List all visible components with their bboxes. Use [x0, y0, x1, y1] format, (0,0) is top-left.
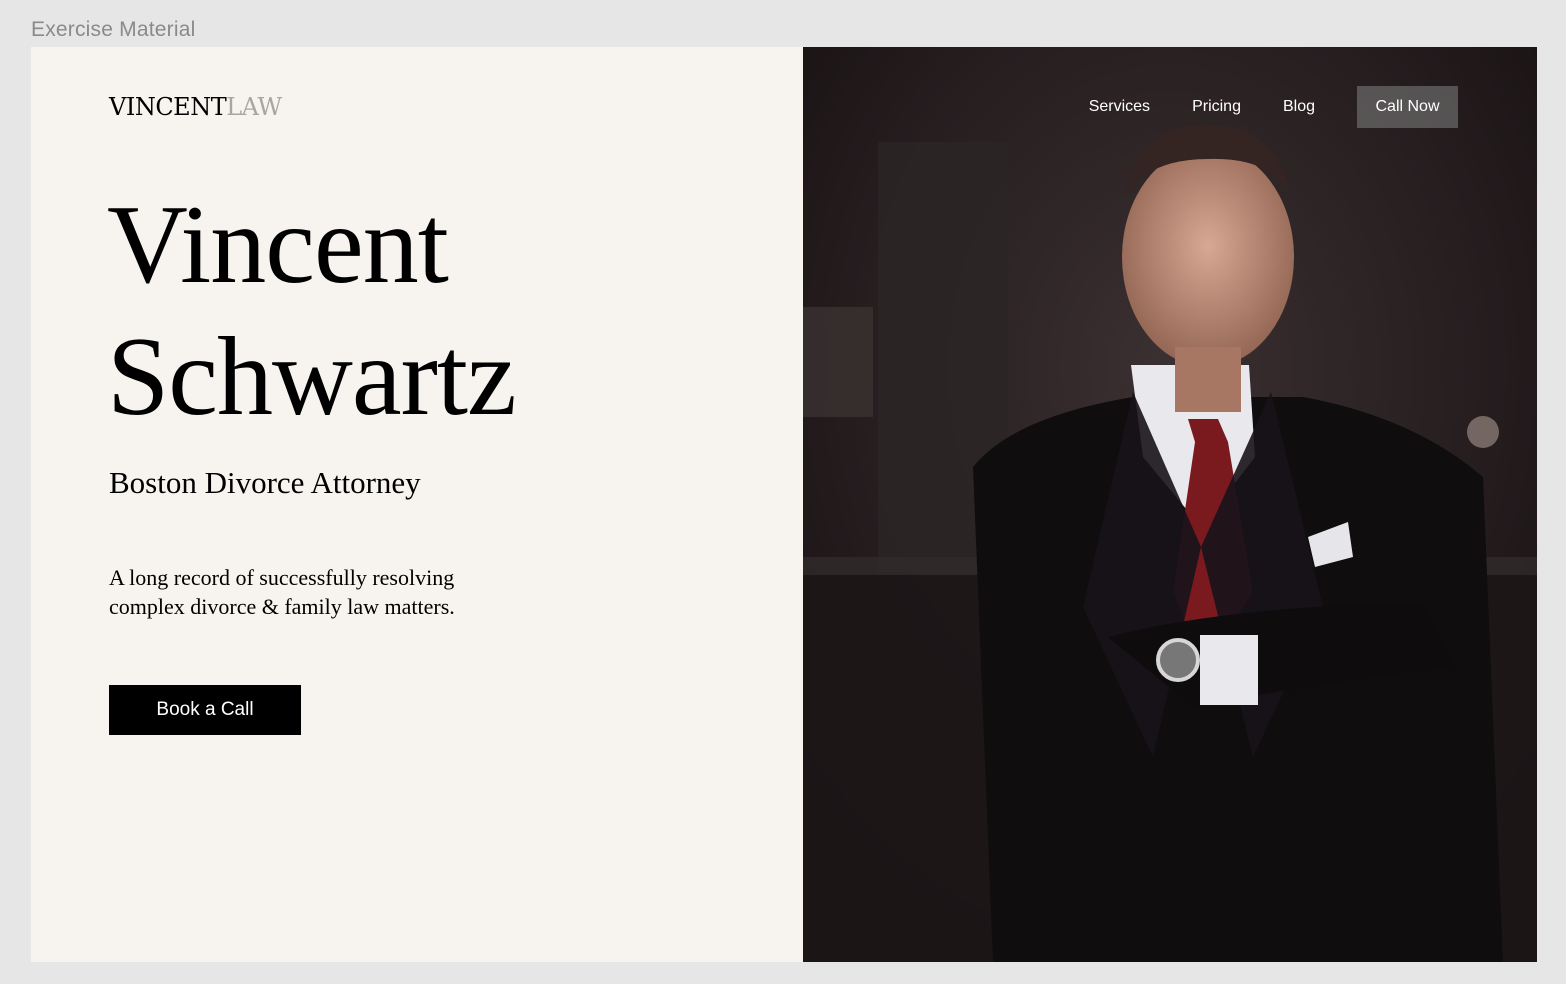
hero-last-name: Schwartz — [107, 315, 517, 439]
hero-description: A long record of successfully resolving … — [109, 565, 455, 619]
logo-strong-text: VINCENT — [109, 93, 227, 121]
background-light-bokeh — [1467, 416, 1499, 448]
background-window — [803, 307, 873, 417]
canvas-label: Exercise Material — [31, 18, 196, 41]
book-call-button[interactable]: Book a Call — [109, 685, 301, 735]
hero-subtitle: Boston Divorce Attorney — [109, 465, 421, 500]
hero-photo-panel: Services Pricing Blog Call Now — [803, 47, 1537, 962]
face — [1122, 147, 1294, 367]
shirt-cuff — [1200, 635, 1258, 705]
wristwatch — [1156, 638, 1200, 682]
nav-services-link[interactable]: Services — [1089, 98, 1150, 116]
top-navigation: Services Pricing Blog Call Now — [1089, 86, 1458, 128]
neck — [1175, 347, 1241, 412]
hero-first-name: Vincent — [107, 183, 449, 307]
hero-left-panel: VINCENTLAW Vincent Schwartz Boston Divor… — [31, 47, 803, 962]
logo-light-text: LAW — [226, 93, 282, 121]
nav-pricing-link[interactable]: Pricing — [1192, 98, 1241, 116]
call-now-button[interactable]: Call Now — [1357, 86, 1458, 128]
logo[interactable]: VINCENTLAW — [109, 93, 282, 121]
hero-section: VINCENTLAW Vincent Schwartz Boston Divor… — [31, 47, 1537, 962]
hero-name: Vincent Schwartz — [107, 179, 517, 443]
nav-blog-link[interactable]: Blog — [1283, 98, 1315, 116]
attorney-portrait-image — [803, 47, 1537, 962]
